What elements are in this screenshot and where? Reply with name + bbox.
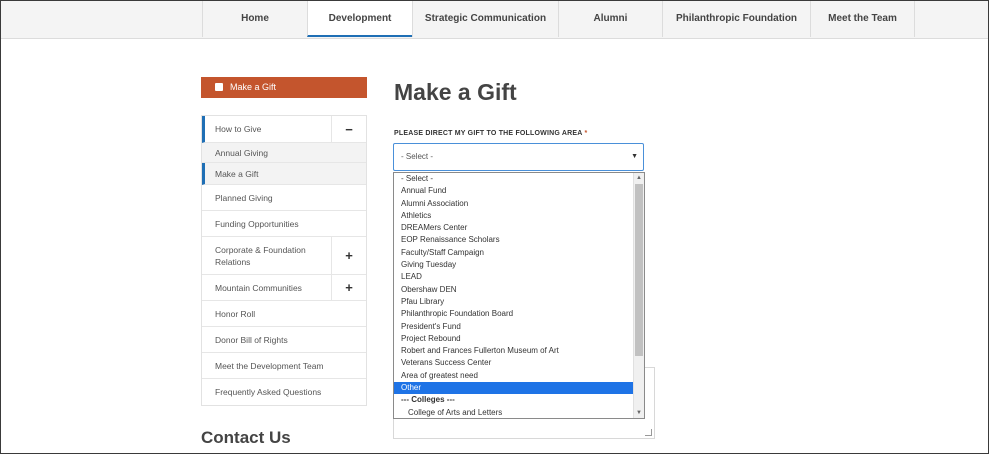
sidebar-item-funding-opportunities[interactable]: Funding Opportunities: [202, 211, 366, 237]
page-title: Make a Gift: [394, 79, 517, 105]
nav-strategic-communication[interactable]: Strategic Communication: [412, 1, 558, 37]
expand-toggle[interactable]: +: [331, 237, 366, 274]
nav-philanthropic-foundation[interactable]: Philanthropic Foundation: [662, 1, 810, 37]
dropdown-option[interactable]: Project Rebound: [394, 333, 644, 345]
sidebar-item-label: Corporate & Foundation Relations: [215, 244, 306, 267]
sidebar-item-label: Make a Gift: [215, 168, 259, 179]
dropdown-option[interactable]: Obershaw DEN: [394, 284, 644, 296]
sidebar-item-how-to-give[interactable]: How to Give −: [202, 116, 366, 143]
required-marker: *: [584, 130, 588, 137]
dropdown-optgroup-label: --- Colleges ---: [401, 395, 455, 405]
sidebar-item-label: Planned Giving: [215, 192, 273, 203]
dropdown-arrow-icon: ▼: [631, 153, 638, 160]
scroll-up-arrow-icon[interactable]: ▲: [634, 173, 644, 183]
gift-area-label: PLEASE DIRECT MY GIFT TO THE FOLLOWING A…: [394, 130, 587, 137]
page-frame: Home Development Strategic Communication…: [0, 0, 989, 454]
nav-home[interactable]: Home: [202, 1, 307, 37]
sidebar-item-meet-development-team[interactable]: Meet the Development Team: [202, 353, 366, 379]
sidebar-item-annual-giving[interactable]: Annual Giving: [202, 143, 366, 163]
dropdown-option[interactable]: Philanthropic Foundation Board: [394, 308, 644, 320]
sidebar-item-label: How to Give: [215, 124, 262, 134]
dropdown-option[interactable]: Pfau Library: [394, 296, 644, 308]
resize-grip-icon[interactable]: [645, 429, 652, 436]
sidebar-item-mountain-communities[interactable]: Mountain Communities +: [202, 275, 366, 301]
sidebar-item-label: Mountain Communities: [215, 282, 302, 293]
dropdown-option[interactable]: Area of greatest need: [394, 370, 644, 382]
dropdown-option[interactable]: Robert and Frances Fullerton Museum of A…: [394, 345, 644, 357]
dropdown-option[interactable]: DREAMers Center: [394, 222, 644, 234]
sidebar-item-label: Frequently Asked Questions: [215, 387, 322, 397]
dropdown-option[interactable]: Giving Tuesday: [394, 259, 644, 271]
dropdown-option-highlighted[interactable]: Other: [394, 382, 644, 395]
dropdown-option[interactable]: EOP Renaissance Scholars: [394, 234, 644, 246]
nav-development[interactable]: Development: [307, 1, 412, 37]
gift-area-select[interactable]: - Select - ▼: [393, 143, 644, 171]
sidebar-item-make-a-gift[interactable]: Make a Gift: [202, 163, 366, 185]
nav-alumni[interactable]: Alumni: [558, 1, 662, 37]
dropdown-option[interactable]: President's Fund: [394, 321, 644, 333]
sidebar-item-label: Honor Roll: [215, 308, 256, 319]
contact-heading: Contact Us: [201, 428, 291, 447]
dropdown-scrollbar[interactable]: ▲ ▼: [633, 173, 644, 418]
gift-area-label-text: PLEASE DIRECT MY GIFT TO THE FOLLOWING A…: [394, 130, 583, 137]
top-navigation: Home Development Strategic Communication…: [1, 1, 988, 39]
sidebar-item-label: Meet the Development Team: [215, 360, 324, 371]
nav-meet-the-team[interactable]: Meet the Team: [810, 1, 915, 37]
expand-toggle[interactable]: +: [331, 275, 366, 300]
sidebar-menu: How to Give − Annual Giving Make a Gift …: [201, 115, 367, 406]
collapse-toggle[interactable]: −: [331, 116, 366, 142]
sidebar-item-donor-bill-of-rights[interactable]: Donor Bill of Rights: [202, 327, 366, 353]
sidebar-item-label: Donor Bill of Rights: [215, 334, 288, 345]
gift-area-select-value: - Select -: [401, 152, 434, 161]
sidebar-item-corporate-foundation-relations[interactable]: Corporate & Foundation Relations +: [202, 237, 366, 275]
dropdown-option[interactable]: Alumni Association: [394, 198, 644, 210]
dropdown-option[interactable]: College of Arts and Letters: [394, 407, 644, 418]
dropdown-option[interactable]: Athletics: [394, 210, 644, 222]
scroll-down-arrow-icon[interactable]: ▼: [634, 408, 644, 418]
gift-icon: [215, 83, 223, 91]
make-a-gift-button[interactable]: Make a Gift: [201, 77, 367, 98]
dropdown-option[interactable]: Veterans Success Center: [394, 357, 644, 369]
sidebar-item-planned-giving[interactable]: Planned Giving: [202, 185, 366, 211]
dropdown-option[interactable]: LEAD: [394, 271, 644, 283]
make-a-gift-button-label: Make a Gift: [230, 82, 277, 92]
dropdown-option[interactable]: Faculty/Staff Campaign: [394, 247, 644, 259]
sidebar-item-honor-roll[interactable]: Honor Roll: [202, 301, 366, 327]
dropdown-option[interactable]: - Select -: [394, 173, 644, 185]
sidebar-item-label: Funding Opportunities: [215, 218, 299, 229]
sidebar-item-faq[interactable]: Frequently Asked Questions: [202, 379, 366, 405]
gift-area-dropdown-list[interactable]: - Select - Annual Fund Alumni Associatio…: [393, 172, 645, 419]
scrollbar-thumb[interactable]: [635, 184, 643, 356]
sidebar-item-label: Annual Giving: [215, 147, 268, 158]
dropdown-option[interactable]: Annual Fund: [394, 185, 644, 197]
